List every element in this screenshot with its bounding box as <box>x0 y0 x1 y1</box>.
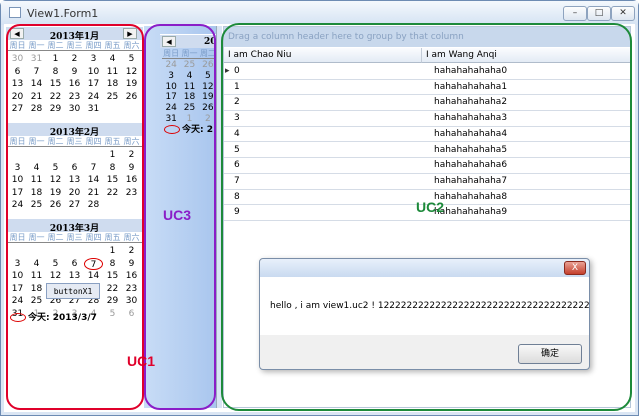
uc3-label: UC3 <box>163 207 192 223</box>
dialog-close-button[interactable]: X <box>564 261 586 275</box>
title-bar[interactable]: View1.Form1 – □ ✕ <box>1 1 638 25</box>
message-dialog: X hello , i am view1.uc2 ! 1222222222222… <box>259 258 590 370</box>
close-button[interactable]: ✕ <box>611 6 635 21</box>
dialog-title-bar[interactable] <box>260 259 589 277</box>
uc1-label: UC1 <box>127 353 156 369</box>
dialog-message: hello , i am view1.uc2 ! 122222222222222… <box>260 277 590 335</box>
window-title: View1.Form1 <box>27 7 99 20</box>
uc2-label: UC2 <box>416 199 445 215</box>
ok-button[interactable]: 确定 <box>518 344 582 364</box>
app-icon <box>9 7 21 18</box>
minimize-button[interactable]: – <box>563 6 587 21</box>
maximize-button[interactable]: □ <box>587 6 611 21</box>
uc1-outline <box>6 24 144 410</box>
